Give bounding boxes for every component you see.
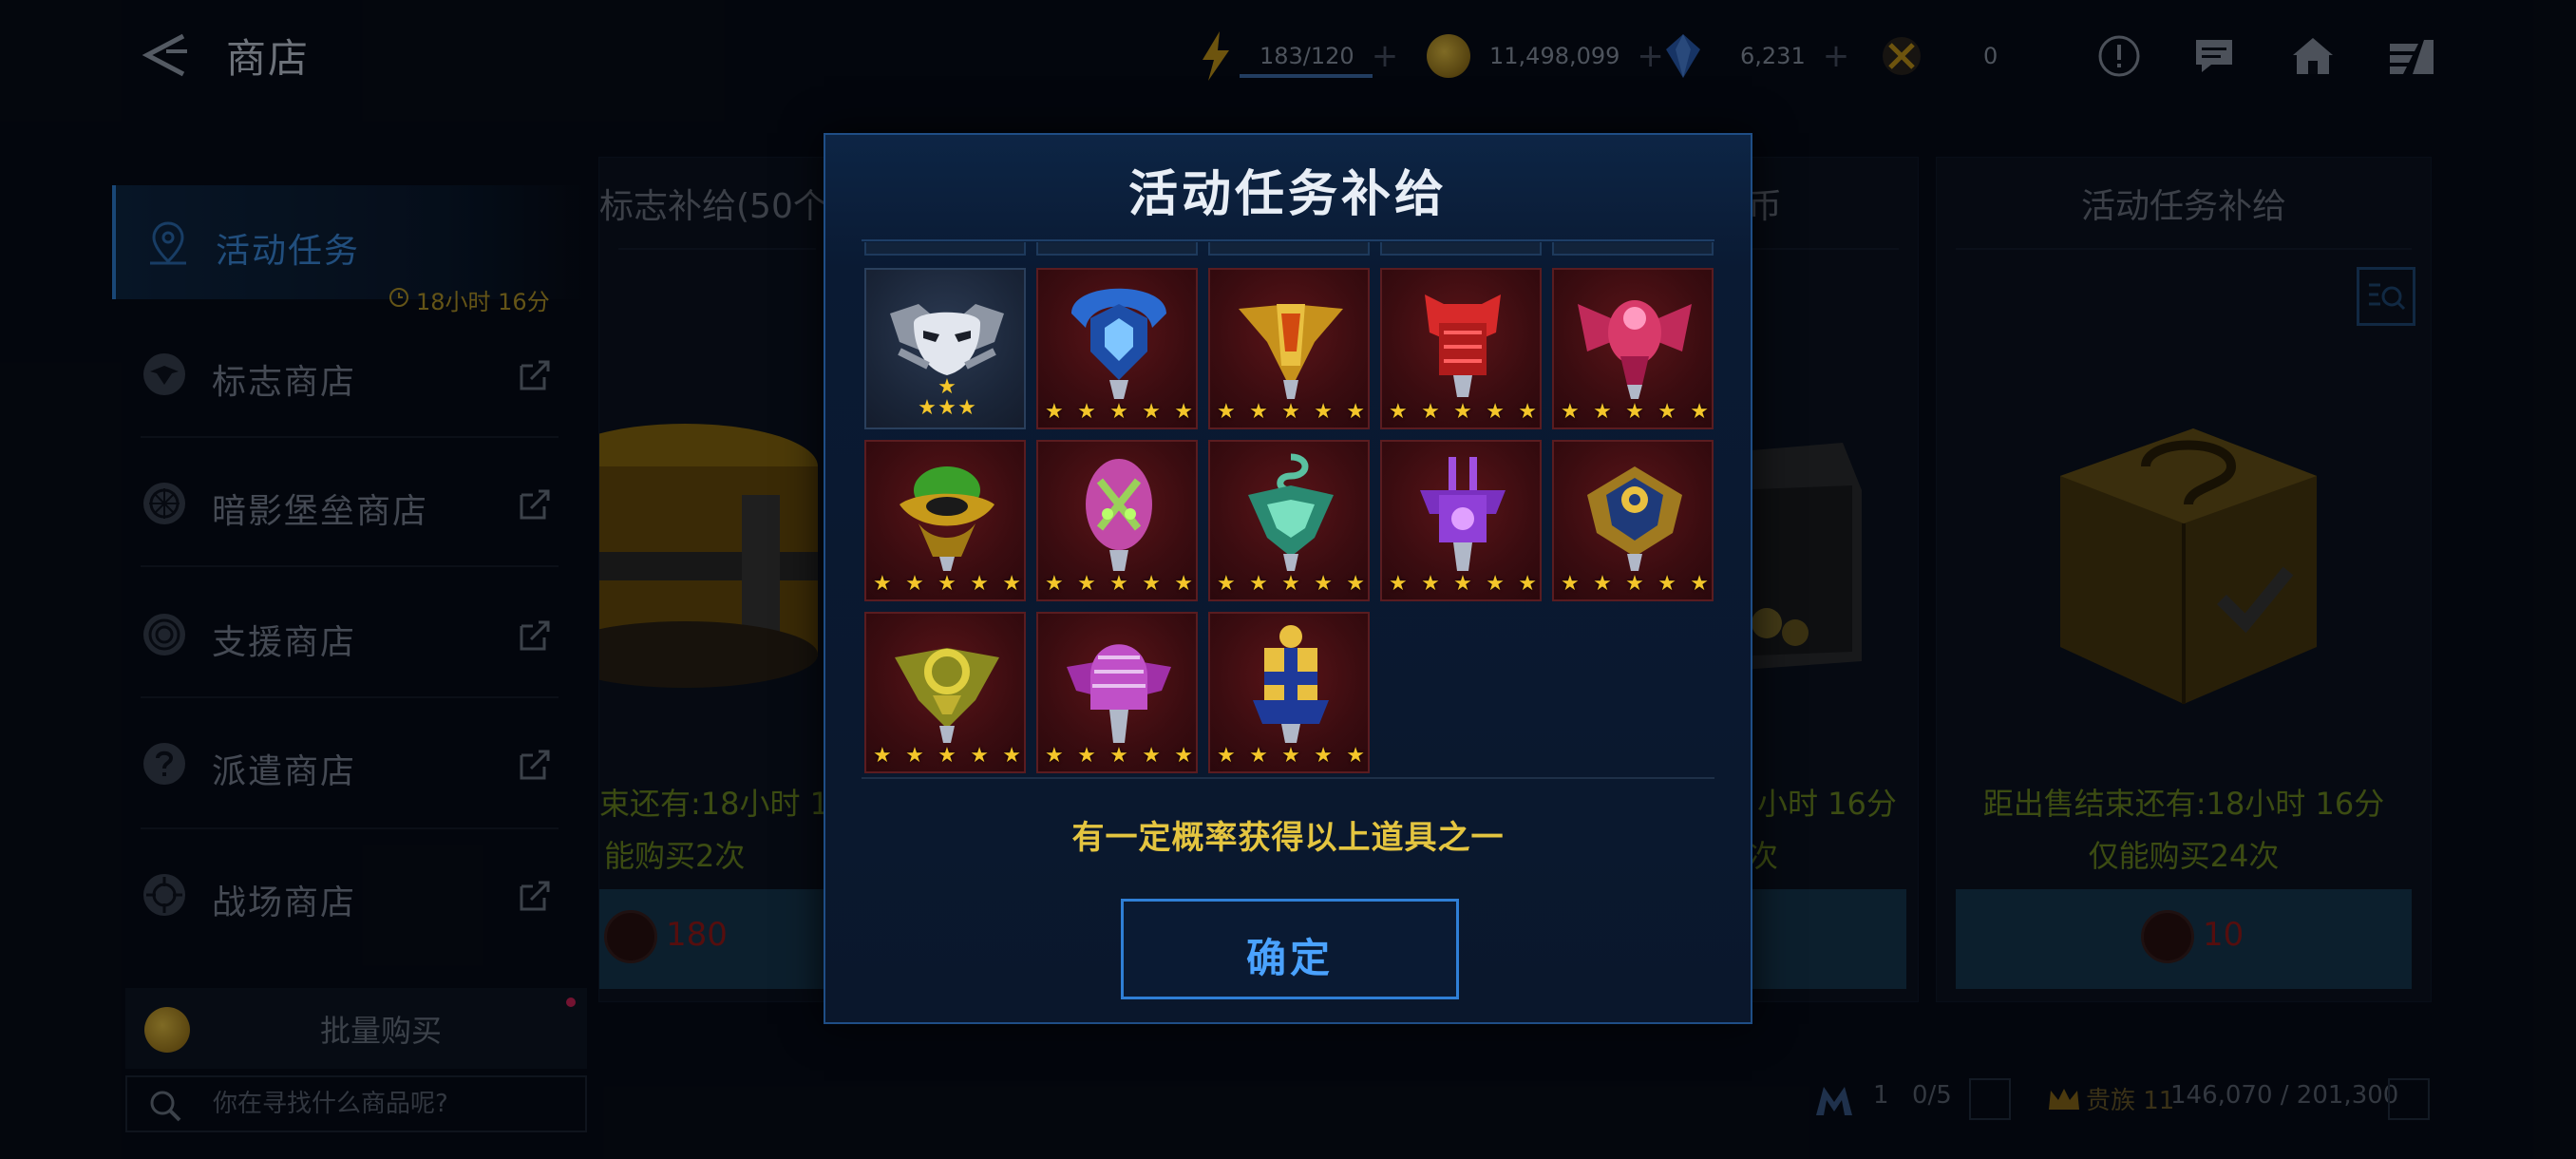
teal-snake-emblem-icon — [1248, 453, 1334, 571]
svg-text:★: ★ — [957, 396, 976, 420]
reward-slot[interactable]: ★ ★ ★ ★ ★ — [1552, 268, 1714, 429]
reward-slot[interactable]: ★ ★ ★ ★ ★ — [1036, 612, 1198, 773]
green-eye-emblem-icon — [900, 466, 994, 571]
svg-text:★: ★ — [938, 396, 957, 420]
star-rating: ★ ★ ★ ★ ★ — [1045, 400, 1193, 424]
gold-cross-emblem-icon — [1253, 625, 1329, 743]
star-rating: ★ ★ ★ ★ ★ — [1561, 572, 1709, 596]
star-rating: ★ ★ ★ ★ ★ — [1217, 400, 1365, 424]
purple-tower-emblem-icon — [1420, 457, 1506, 571]
reward-slot[interactable]: ★ ★ ★ ★ ★ — [864, 440, 1026, 601]
star-rating: ★ ★ ★ ★ ★ — [1045, 572, 1193, 596]
reward-slot[interactable]: ★ ★ ★ ★ ★ — [1380, 268, 1542, 429]
divider — [862, 777, 1714, 779]
divider — [862, 239, 1714, 241]
pink-spider-emblem-icon — [1578, 300, 1692, 399]
reward-slot[interactable]: ★ ★ ★ ★ ★ — [1552, 440, 1714, 601]
scrolled-row-peek — [864, 242, 1719, 256]
gold-gear-emblem-icon — [1587, 466, 1682, 571]
star-rating: ★ ★ ★ ★ ★ — [1217, 744, 1365, 768]
purple-dome-emblem-icon — [1067, 644, 1171, 743]
reward-slot[interactable]: ★ ★ ★ ★ ★ — [1036, 268, 1198, 429]
green-pod-emblem-icon — [1086, 459, 1152, 571]
red-helmet-emblem-icon — [1425, 294, 1501, 397]
star-rating: ★ ★ ★ ★ ★ — [1045, 744, 1193, 768]
star-rating: ★ ★ ★ ★ ★ — [1561, 400, 1709, 424]
reward-preview-dialog: 活动任务补给 ★ ★ ★ ★ ★ ★ ★ ★ ★ ★ ★ ★ ★ ★ ★ ★ ★… — [824, 133, 1752, 1024]
reward-slot[interactable]: ★ ★ ★ ★ ★ — [1036, 440, 1198, 601]
blue-crest-emblem-icon — [1071, 288, 1166, 399]
svg-text:★: ★ — [918, 396, 937, 420]
confirm-label: 确定 — [1245, 935, 1334, 981]
reward-slot[interactable]: ★ ★ ★ ★ ★ — [1208, 268, 1370, 429]
dialog-title: 活动任务补给 — [1127, 166, 1448, 223]
olive-ring-emblem-icon — [895, 648, 999, 743]
star-rating: ★ ★ ★ ★ ★ — [1389, 572, 1537, 596]
gold-stars-badge-icon: ★ ★ ★ ★ — [918, 375, 976, 420]
star-rating: ★ ★ ★ ★ ★ — [1217, 572, 1365, 596]
reward-slot[interactable]: ★ ★ ★ ★ ★ — [864, 612, 1026, 773]
confirm-button[interactable]: 确定 — [1121, 899, 1459, 999]
star-rating: ★ ★ ★ ★ ★ — [873, 744, 1021, 768]
reward-slot[interactable]: ★ ★ ★ ★ — [864, 268, 1026, 429]
reward-slot[interactable]: ★ ★ ★ ★ ★ — [1380, 440, 1542, 601]
probability-note: 有一定概率获得以上道具之一 — [1071, 819, 1505, 857]
star-rating: ★ ★ ★ ★ ★ — [1389, 400, 1537, 424]
gold-arrow-emblem-icon — [1239, 304, 1343, 399]
reward-slot[interactable]: ★ ★ ★ ★ ★ — [1208, 440, 1370, 601]
reward-slot[interactable]: ★ ★ ★ ★ ★ — [1208, 612, 1370, 773]
star-rating: ★ ★ ★ ★ ★ — [873, 572, 1021, 596]
